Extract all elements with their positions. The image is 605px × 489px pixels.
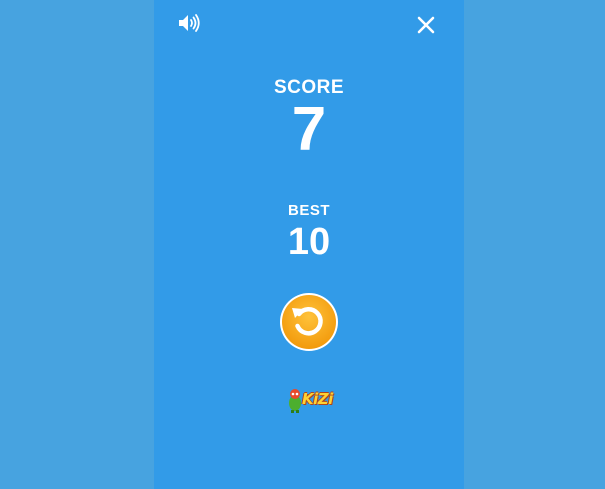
speaker-icon [179, 14, 200, 32]
kizi-logo[interactable]: KiZi [286, 386, 333, 414]
restart-button[interactable] [279, 292, 339, 352]
kizi-logo-text: KiZi [302, 390, 333, 408]
close-icon [417, 16, 435, 34]
score-value: 7 [291, 95, 327, 164]
game-over-panel: SCORE 7 BEST 10 KiZi [154, 0, 464, 489]
sound-toggle-button[interactable] [178, 13, 202, 33]
restart-icon [280, 293, 338, 351]
best-label: BEST [287, 202, 330, 219]
game-stage: SCORE 7 BEST 10 KiZi [0, 0, 605, 489]
best-value: 10 [287, 221, 331, 263]
close-button[interactable] [417, 16, 435, 34]
